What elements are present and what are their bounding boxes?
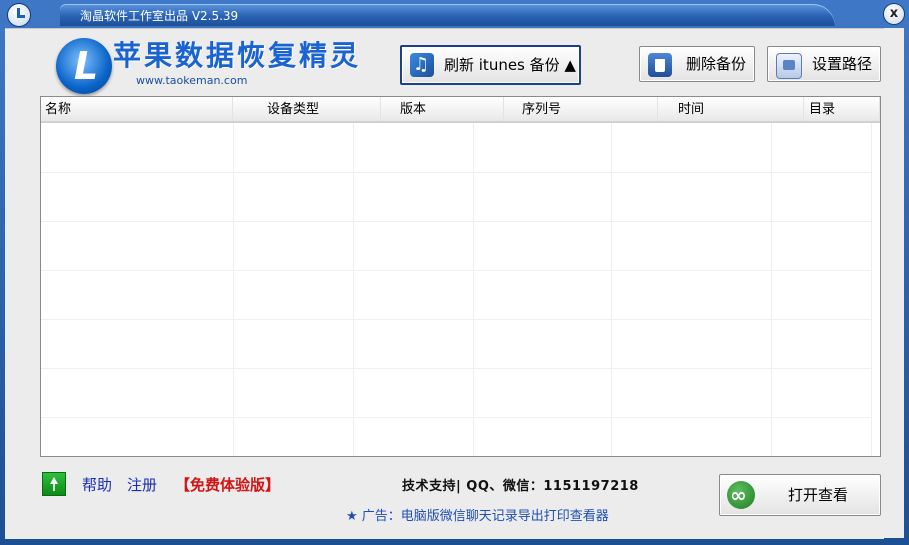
help-link[interactable]: 帮助 <box>82 475 112 495</box>
right-strip <box>884 28 904 538</box>
grid-line <box>41 172 871 173</box>
title-bar[interactable]: 淘晶软件工作室出品 V2.5.39 x <box>0 0 909 28</box>
app-url: www.taokeman.com <box>136 74 248 87</box>
set-path-button[interactable]: 设置路径 <box>767 46 881 82</box>
column-header-time[interactable]: 时间 <box>674 97 804 121</box>
open-view-button[interactable]: 打开查看 <box>719 474 881 516</box>
tech-support-text: 技术支持| QQ、微信：1151197218 <box>402 479 639 494</box>
grid-line <box>41 319 871 320</box>
app-icon[interactable] <box>8 4 30 26</box>
table-header: 名称 设备类型 版本 序列号 时间 目录 <box>41 97 880 123</box>
delete-label: 删除备份 <box>686 55 747 73</box>
trash-icon <box>648 53 672 77</box>
refresh-itunes-backup-button[interactable]: 刷新 itunes 备份 ▲ <box>400 45 581 85</box>
close-button[interactable]: x <box>884 4 904 24</box>
ad-link[interactable]: ★ 广告：电脑版微信聊天记录导出打印查看器 <box>346 508 609 526</box>
column-header-directory[interactable]: 目录 <box>805 97 880 121</box>
window-title: 淘晶软件工作室出品 V2.5.39 <box>80 9 239 23</box>
help-icon[interactable] <box>42 472 66 496</box>
register-link[interactable]: 注册 <box>127 475 157 495</box>
column-header-device-type[interactable]: 设备类型 <box>263 97 381 121</box>
grid-line <box>41 368 871 369</box>
logo-letter: L <box>74 44 99 88</box>
folder-path-icon <box>776 53 802 79</box>
open-view-label: 打开查看 <box>788 486 849 504</box>
itunes-icon <box>410 53 434 77</box>
grid-line <box>871 123 872 456</box>
setpath-label: 设置路径 <box>812 55 873 73</box>
grid-line <box>41 417 871 418</box>
open-view-icon <box>727 481 755 509</box>
refresh-label: 刷新 itunes 备份 ▲ <box>444 56 576 74</box>
delete-backup-button[interactable]: 删除备份 <box>639 46 755 82</box>
column-header-name[interactable]: 名称 <box>41 97 233 121</box>
column-header-serial[interactable]: 序列号 <box>518 97 658 121</box>
backup-list-table[interactable]: 名称 设备类型 版本 序列号 时间 目录 <box>40 96 881 457</box>
app-title: 苹果数据恢复精灵 <box>113 39 362 72</box>
trial-version-label: 【免费体验版】 <box>175 476 281 494</box>
column-header-version[interactable]: 版本 <box>396 97 504 121</box>
grid-line <box>41 221 871 222</box>
grid-line <box>41 270 871 271</box>
